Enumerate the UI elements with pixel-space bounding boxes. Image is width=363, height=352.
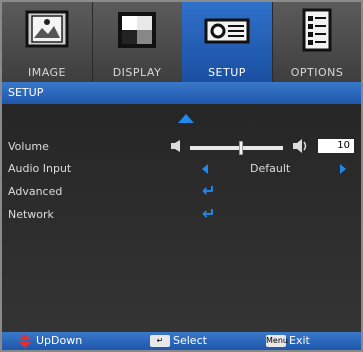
volume-label: Volume [8,140,49,153]
menu-key-icon: Menu [266,335,288,347]
enter-key-icon: ↵ [150,335,170,347]
menu-content: Volume 10 Audio Input Default Advanced ↵… [2,104,361,332]
footer-help-bar: UpDown ↵ Select MenuExit [2,332,361,350]
tab-image[interactable]: IMAGE [2,2,92,82]
up-down-icon [19,334,31,348]
menu-item-audio-input[interactable]: Audio Input Default [2,158,361,180]
volume-value: 10 [318,139,354,153]
tab-options[interactable]: OPTIONS [272,2,362,82]
section-title: SETUP [2,82,361,104]
audio-input-value: Default [250,162,291,175]
footer-exit: MenuExit [266,334,310,347]
tab-options-label: OPTIONS [290,66,344,79]
menu-item-advanced[interactable]: Advanced ↵ [2,181,361,203]
tab-display-label: DISPLAY [112,66,162,79]
advanced-label: Advanced [8,185,63,198]
enter-icon[interactable]: ↵ [202,183,215,199]
projector-icon [204,18,250,44]
speaker-high-icon [293,139,307,153]
scroll-up-icon[interactable] [178,114,194,123]
image-icon [25,10,69,48]
tab-setup[interactable]: SETUP [182,2,272,82]
updown-label: UpDown [36,334,83,347]
footer-select: ↵ Select [150,334,207,347]
menu-item-network[interactable]: Network ↵ [2,204,361,226]
enter-icon[interactable]: ↵ [202,206,215,222]
menu-item-volume[interactable]: Volume 10 [2,136,361,158]
right-arrow-icon[interactable] [340,164,346,174]
volume-slider[interactable] [190,141,283,155]
tab-display[interactable]: DISPLAY [92,2,182,82]
left-arrow-icon[interactable] [202,164,208,174]
options-icon [302,8,332,52]
select-label: Select [173,334,207,347]
footer-updown: UpDown [18,334,82,348]
tab-image-label: IMAGE [27,66,67,79]
display-icon [118,12,156,48]
network-label: Network [8,208,54,221]
volume-slider-handle[interactable] [239,141,243,155]
exit-label: Exit [289,334,310,347]
projector-osd: IMAGE DISPLAY SETUP OPTIONS SETUP Volume… [0,0,363,352]
audio-input-label: Audio Input [8,162,72,175]
speaker-low-icon [171,140,180,152]
tab-setup-label: SETUP [208,66,246,79]
menu-tabs: IMAGE DISPLAY SETUP OPTIONS [2,2,361,82]
